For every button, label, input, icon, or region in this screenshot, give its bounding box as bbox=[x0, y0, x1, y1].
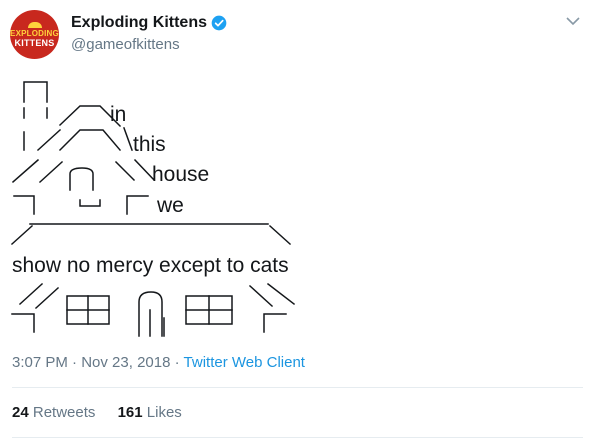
word-we: we bbox=[156, 194, 184, 217]
ascii-house-art: in this house we show no mercy except to… bbox=[10, 81, 296, 337]
word-in: in bbox=[110, 103, 126, 126]
tweet-stats: 24 Retweets 161 Likes bbox=[12, 404, 200, 421]
word-house: house bbox=[152, 163, 209, 186]
display-name-text: Exploding Kittens bbox=[71, 14, 207, 31]
tweet-meta: 3:07 PM · Nov 23, 2018 · Twitter Web Cli… bbox=[12, 354, 305, 371]
avatar[interactable]: EXPLODING KITTENS bbox=[10, 10, 59, 59]
avatar-logo-line1: EXPLODING bbox=[10, 28, 59, 38]
meta-separator: · bbox=[174, 354, 180, 371]
avatar-logo-line2: KITTENS bbox=[14, 37, 55, 48]
tweet-time[interactable]: 3:07 PM bbox=[12, 354, 68, 371]
main-line: show no mercy except to cats bbox=[12, 254, 289, 277]
user-handle[interactable]: @gameofkittens bbox=[71, 36, 180, 53]
chevron-down-icon[interactable] bbox=[566, 16, 580, 26]
likes-stat[interactable]: 161 Likes bbox=[118, 404, 182, 421]
word-this: this bbox=[133, 133, 166, 156]
divider bbox=[12, 387, 583, 388]
meta-separator: · bbox=[72, 354, 78, 371]
verified-icon bbox=[211, 15, 227, 31]
likes-count: 161 bbox=[117, 404, 143, 421]
avatar-kitten-shape bbox=[27, 21, 42, 28]
client-link[interactable]: Twitter Web Client bbox=[184, 354, 305, 371]
retweets-label: Retweets bbox=[32, 404, 96, 421]
retweets-stat[interactable]: 24 Retweets bbox=[12, 404, 100, 421]
likes-label: Likes bbox=[146, 404, 182, 421]
house-drawing bbox=[10, 81, 296, 337]
tweet-date[interactable]: Nov 23, 2018 bbox=[81, 354, 170, 371]
retweets-count: 24 bbox=[12, 404, 29, 421]
display-name[interactable]: Exploding Kittens bbox=[71, 14, 227, 32]
divider bbox=[12, 437, 583, 438]
